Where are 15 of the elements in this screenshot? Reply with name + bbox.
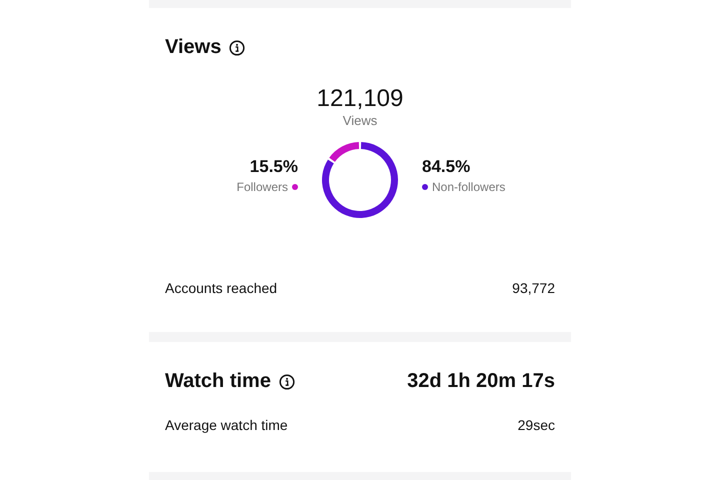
views-total-label: Views xyxy=(342,113,378,128)
watch-time-total: 32d 1h 20m 17s xyxy=(407,370,555,393)
views-total: 121,109 xyxy=(316,85,404,113)
info-icon[interactable] xyxy=(229,40,246,56)
legend-label: Non-followers xyxy=(432,180,506,194)
metric-value: 93,772 xyxy=(512,280,555,296)
section-title: Watch time xyxy=(165,370,271,393)
legend-label: Followers xyxy=(236,180,288,194)
metric-label: Accounts reached xyxy=(165,280,278,296)
percent-value: 15.5% xyxy=(250,156,298,176)
info-icon[interactable] xyxy=(278,374,295,390)
percent-value: 84.5% xyxy=(422,156,470,176)
section-title: Views xyxy=(165,36,222,59)
metric-value: 29sec xyxy=(518,417,555,433)
metric-label: Average watch time xyxy=(165,417,288,433)
